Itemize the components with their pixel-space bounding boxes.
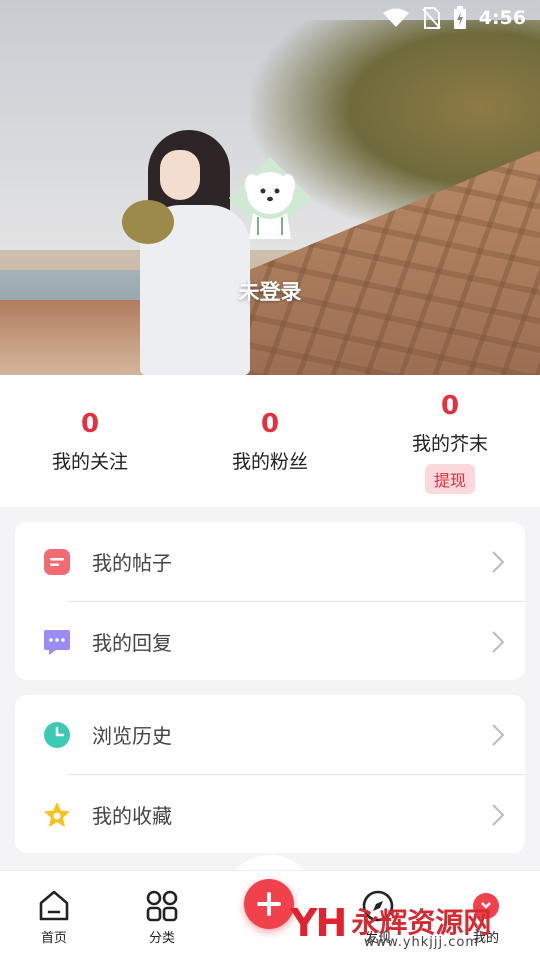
chevron-right-icon (492, 551, 505, 573)
menu-item-label: 浏览历史 (92, 723, 172, 748)
menu-item-my-replies[interactable]: 我的回复 (15, 602, 525, 680)
post-icon (44, 549, 70, 575)
stats-panel: 0 我的关注 0 我的粉丝 0 我的芥末 提现 (0, 375, 540, 507)
following-count: 0 (80, 409, 100, 439)
chevron-right-icon (492, 631, 505, 653)
nav-category[interactable]: 分类 (122, 889, 202, 946)
watermark: YH 永辉资源网 www.yhkjjj.com (290, 893, 520, 953)
followers-count: 0 (260, 409, 280, 439)
stat-followers[interactable]: 0 我的粉丝 (180, 409, 360, 474)
history-clock-icon (44, 722, 70, 748)
menu-item-my-favorites[interactable]: 我的收藏 (15, 775, 525, 853)
chevron-right-icon (492, 724, 505, 746)
avatar[interactable] (227, 155, 313, 241)
reply-icon (44, 630, 70, 655)
nav-label: 首页 (40, 931, 67, 946)
mustard-label: 我的芥末 (411, 433, 488, 455)
add-plus-icon (257, 892, 281, 916)
home-icon (39, 890, 69, 921)
menu-item-my-posts[interactable]: 我的帖子 (15, 522, 525, 600)
stat-following[interactable]: 0 我的关注 (0, 409, 180, 474)
followers-label: 我的粉丝 (231, 451, 308, 473)
following-label: 我的关注 (51, 451, 128, 473)
add-post-button[interactable] (244, 879, 294, 929)
battery-charging-icon (453, 6, 466, 29)
category-grid-icon (146, 890, 178, 922)
coconut (122, 200, 174, 244)
nav-label: 分类 (148, 931, 175, 946)
mustard-count: 0 (440, 391, 460, 421)
menu-card-history: 浏览历史 我的收藏 (15, 695, 525, 853)
watermark-title: 永辉资源网 (351, 906, 492, 939)
stat-mustard[interactable]: 0 我的芥末 提现 (360, 391, 540, 494)
menu-item-label: 我的帖子 (92, 550, 172, 575)
menu-item-browse-history[interactable]: 浏览历史 (15, 695, 525, 773)
menu-item-label: 我的回复 (92, 630, 172, 655)
watermark-logo: YH (290, 901, 347, 945)
favorite-star-icon (44, 802, 70, 827)
menu-item-label: 我的收藏 (92, 803, 172, 828)
person-face (160, 150, 200, 200)
nav-home[interactable]: 首页 (14, 889, 94, 946)
watermark-url: www.yhkjjj.com (364, 935, 480, 950)
menu-card-posts: 我的帖子 我的回复 (15, 522, 525, 680)
withdraw-button[interactable]: 提现 (424, 464, 475, 494)
status-bar: 4:56 (382, 6, 526, 30)
login-status-label[interactable]: 未登录 (0, 276, 540, 306)
no-sim-icon (421, 7, 441, 29)
dog-avatar-icon (229, 157, 311, 239)
chevron-right-icon (492, 804, 505, 826)
clock: 4:56 (478, 7, 526, 29)
wifi-icon (382, 8, 409, 27)
